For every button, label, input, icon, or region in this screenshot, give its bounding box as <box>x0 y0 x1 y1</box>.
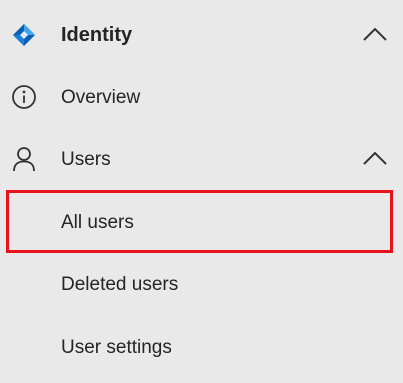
chevron-up-icon[interactable] <box>361 25 389 45</box>
nav-group-identity[interactable]: Identity <box>0 20 403 50</box>
sidebar-subitem-deleted-users[interactable]: Deleted users <box>0 270 403 300</box>
person-icon <box>10 145 38 173</box>
sidebar-item-label: Overview <box>61 87 141 108</box>
sidebar-item-label: All users <box>61 212 134 233</box>
identity-sidebar-nav: Identity Overview Users All users Delete… <box>0 0 403 383</box>
sidebar-item-label: Deleted users <box>61 274 179 295</box>
info-circle-icon <box>10 83 38 111</box>
sidebar-subitem-user-settings[interactable]: User settings <box>0 332 403 362</box>
sidebar-item-label: Users <box>61 149 111 170</box>
sidebar-item-users[interactable]: Users <box>0 144 403 174</box>
nav-group-label: Identity <box>61 24 133 46</box>
chevron-up-icon[interactable] <box>361 149 389 169</box>
sidebar-item-overview[interactable]: Overview <box>0 82 403 112</box>
sidebar-item-label: User settings <box>61 337 172 358</box>
identity-diamond-icon <box>10 21 38 49</box>
sidebar-subitem-all-users[interactable]: All users <box>0 207 403 237</box>
